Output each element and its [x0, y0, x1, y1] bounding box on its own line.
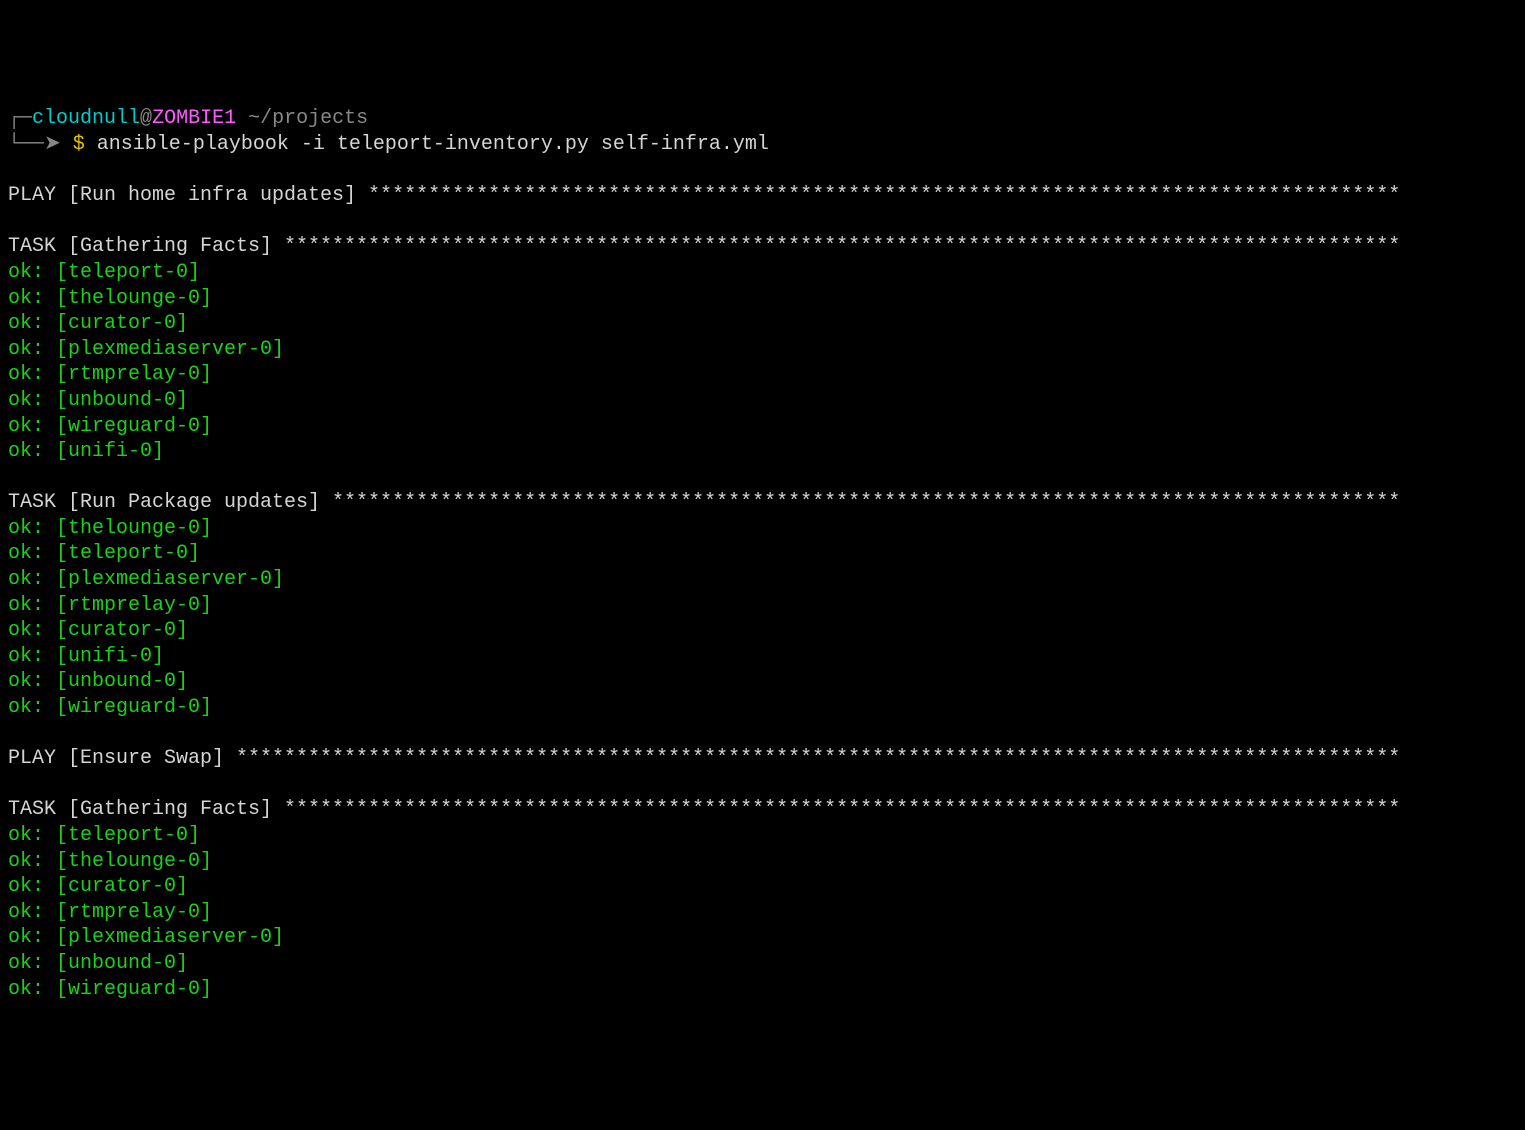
- shell-command: ansible-playbook -i teleport-inventory.p…: [97, 133, 769, 156]
- ok-host-line: ok: [rtmprelay-0]: [8, 900, 1517, 926]
- ok-host-line: ok: [wireguard-0]: [8, 414, 1517, 440]
- task-header: TASK [Run Package updates] *************…: [8, 490, 1517, 516]
- ok-host-line: ok: [unbound-0]: [8, 951, 1517, 977]
- ok-host-line: ok: [thelounge-0]: [8, 516, 1517, 542]
- prompt-line-2[interactable]: └──➤ $ ansible-playbook -i teleport-inve…: [8, 132, 1517, 158]
- ok-host-line: ok: [unifi-0]: [8, 644, 1517, 670]
- play-header: PLAY [Run home infra updates] **********…: [8, 183, 1517, 209]
- ok-host-line: ok: [wireguard-0]: [8, 977, 1517, 1003]
- ok-host-line: ok: [thelounge-0]: [8, 286, 1517, 312]
- ok-host-line: ok: [curator-0]: [8, 311, 1517, 337]
- play-header: PLAY [Ensure Swap] *********************…: [8, 746, 1517, 772]
- ok-host-line: ok: [wireguard-0]: [8, 695, 1517, 721]
- ok-host-line: ok: [plexmediaserver-0]: [8, 337, 1517, 363]
- ok-host-line: ok: [rtmprelay-0]: [8, 593, 1517, 619]
- ok-host-line: ok: [teleport-0]: [8, 260, 1517, 286]
- ok-host-line: ok: [rtmprelay-0]: [8, 362, 1517, 388]
- terminal-output[interactable]: ┌─cloudnull@ZOMBIE1 ~/projects└──➤ $ ans…: [8, 106, 1517, 1002]
- ok-host-line: ok: [unifi-0]: [8, 439, 1517, 465]
- prompt-line-1: ┌─cloudnull@ZOMBIE1 ~/projects: [8, 106, 1517, 132]
- ok-host-line: ok: [plexmediaserver-0]: [8, 925, 1517, 951]
- ok-host-line: ok: [thelounge-0]: [8, 849, 1517, 875]
- ok-host-line: ok: [teleport-0]: [8, 823, 1517, 849]
- ok-host-line: ok: [unbound-0]: [8, 669, 1517, 695]
- task-header: TASK [Gathering Facts] *****************…: [8, 797, 1517, 823]
- task-header: TASK [Gathering Facts] *****************…: [8, 234, 1517, 260]
- ok-host-line: ok: [curator-0]: [8, 618, 1517, 644]
- ok-host-line: ok: [teleport-0]: [8, 541, 1517, 567]
- ok-host-line: ok: [unbound-0]: [8, 388, 1517, 414]
- ok-host-line: ok: [curator-0]: [8, 874, 1517, 900]
- ok-host-line: ok: [plexmediaserver-0]: [8, 567, 1517, 593]
